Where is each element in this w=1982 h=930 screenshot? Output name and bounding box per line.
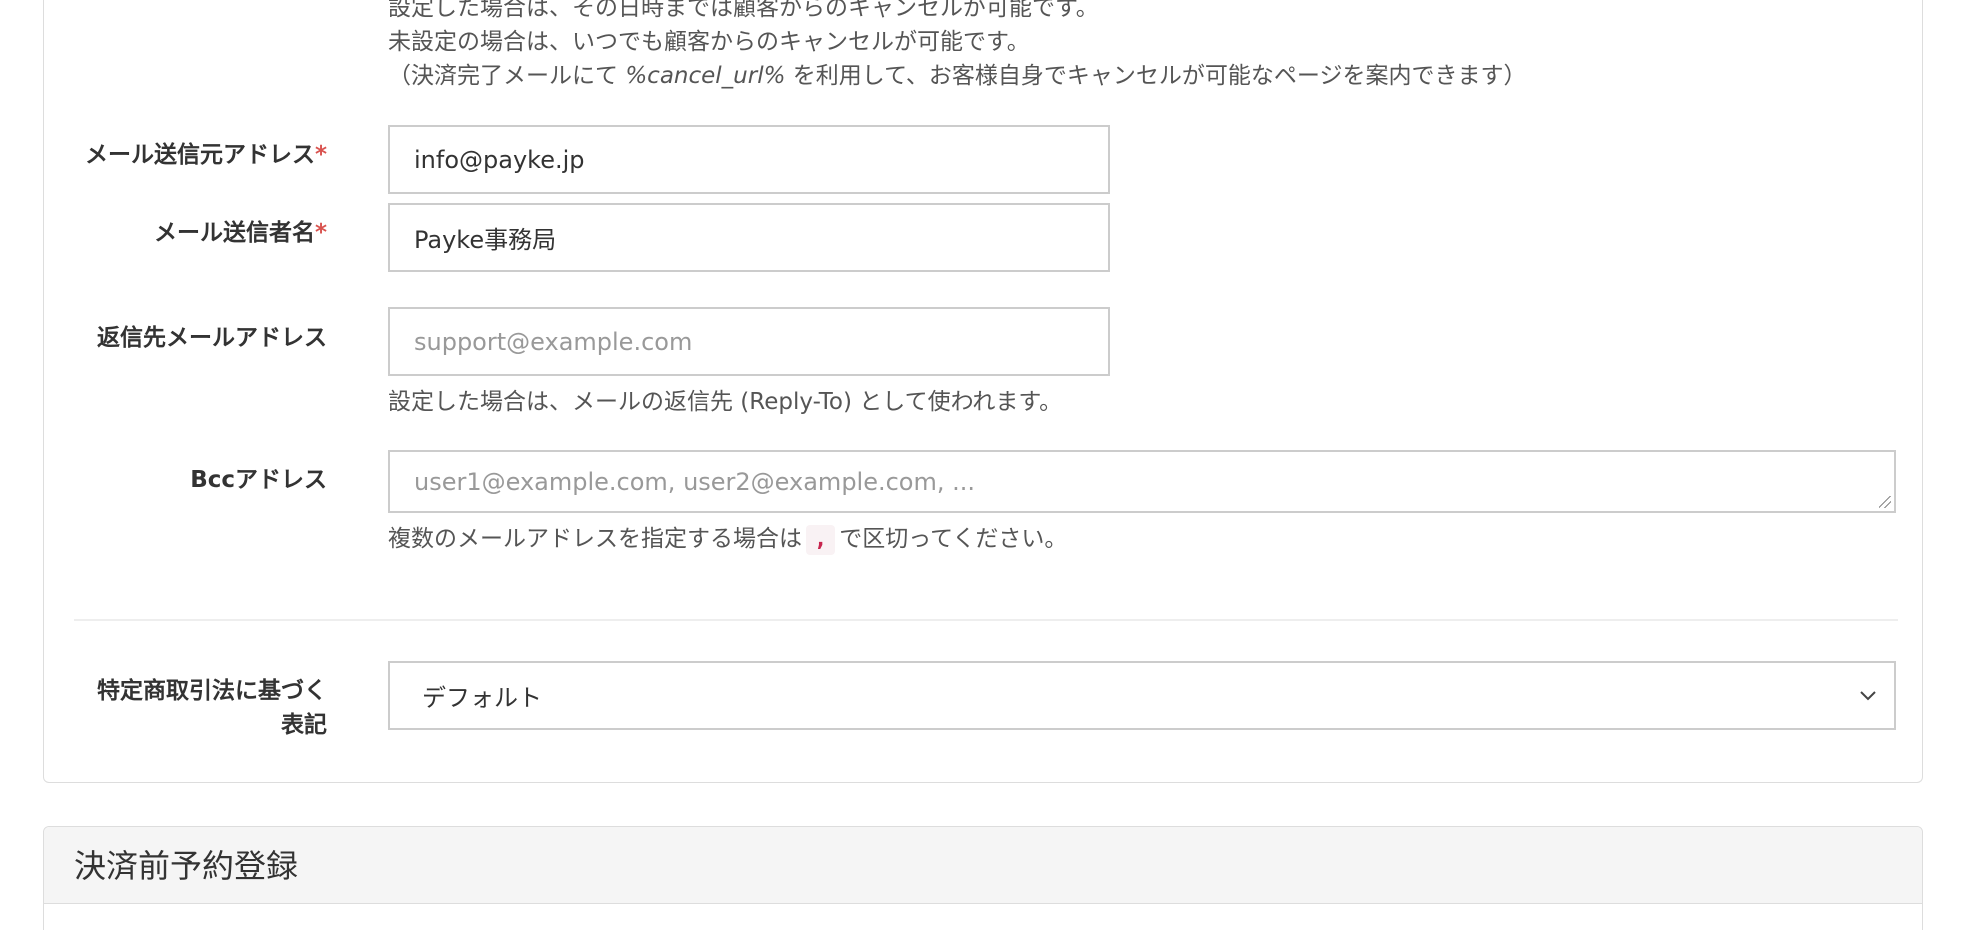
- required-mark: *: [314, 142, 327, 168]
- cancel-url-placeholder-text: %cancel_url%: [625, 63, 786, 89]
- required-mark: *: [314, 220, 327, 246]
- sender-address-label-text: メール送信元アドレス: [84, 142, 315, 168]
- reply-to-label: 返信先メールアドレス: [97, 325, 327, 351]
- bcc-placeholder: user1@example.com, user2@example.com, ..…: [414, 468, 976, 496]
- sender-address-label: メール送信元アドレス*: [85, 139, 327, 171]
- commerce-law-select[interactable]: デフォルト: [388, 661, 1896, 730]
- bcc-help-prefix: 複数のメールアドレスを指定する場合は: [388, 526, 802, 552]
- sender-address-input[interactable]: info@payke.jp: [388, 125, 1110, 194]
- sender-name-input[interactable]: Payke事務局: [388, 203, 1110, 272]
- section-divider: [74, 619, 1898, 621]
- cancel-help-line1: 設定した場合は、その日時までは顧客からのキャンセルが可能です。: [388, 0, 1099, 21]
- commerce-law-label-line2: 表記: [281, 712, 327, 738]
- commerce-law-label: 特定商取引法に基づく 表記: [97, 674, 327, 742]
- pre-payment-reservation-title: 決済前予約登録: [44, 827, 1922, 904]
- cancel-help-line3: （決済完了メールにて %cancel_url% を利用して、お客様自身でキャンセ…: [388, 60, 1526, 92]
- cancel-help-line2: 未設定の場合は、いつでも顧客からのキャンセルが可能です。: [388, 29, 1030, 55]
- sender-name-label: メール送信者名*: [154, 217, 327, 249]
- sender-name-label-text: メール送信者名: [153, 220, 315, 246]
- pre-payment-reservation-panel: 決済前予約登録: [43, 826, 1923, 930]
- comma-code: ,: [806, 525, 836, 555]
- resize-grip-icon[interactable]: [1879, 496, 1891, 508]
- commerce-law-selected: デフォルト: [422, 684, 542, 712]
- bcc-help: 複数のメールアドレスを指定する場合は, で区切ってください。: [388, 523, 1067, 555]
- commerce-law-label-line1: 特定商取引法に基づく: [97, 678, 327, 704]
- bcc-label: Bccアドレス: [190, 467, 327, 493]
- chevron-down-icon: [1860, 691, 1876, 701]
- bcc-textarea[interactable]: user1@example.com, user2@example.com, ..…: [388, 450, 1896, 513]
- cancel-help-suffix: を利用して、お客様自身でキャンセルが可能なページを案内できます）: [785, 63, 1527, 89]
- settings-page: 設定した場合は、その日時までは顧客からのキャンセルが可能です。 未設定の場合は、…: [0, 0, 1982, 930]
- reply-to-help: 設定した場合は、メールの返信先 (Reply-To) として使われます。: [388, 389, 1063, 415]
- cancel-help-prefix: （決済完了メールにて: [388, 63, 626, 89]
- reply-to-input[interactable]: support@example.com: [388, 307, 1110, 376]
- bcc-help-suffix: で区切ってください。: [839, 526, 1068, 552]
